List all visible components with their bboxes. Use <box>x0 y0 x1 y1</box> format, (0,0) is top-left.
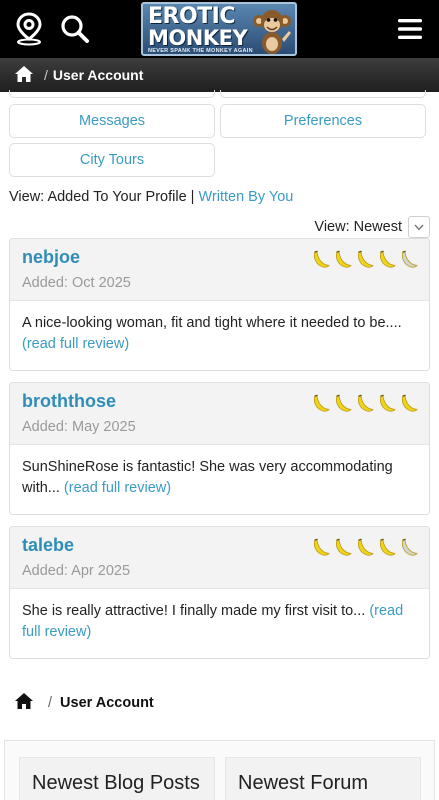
review-header: nebjoe Added: Oct 2025 <box>10 239 429 301</box>
footer-breadcrumb: / User Account <box>14 692 154 714</box>
banana-rating-icon <box>333 537 353 557</box>
newest-forum-panel: Newest Forum <box>225 757 421 800</box>
review-excerpt: She is really attractive! I finally made… <box>22 603 366 619</box>
banana-rating-icon <box>311 393 331 413</box>
review-header: talebe Added: Apr 2025 <box>10 527 429 589</box>
monkey-mascot-icon <box>253 10 291 54</box>
banana-rating-icon <box>399 249 419 269</box>
panel-title: Newest Forum <box>238 772 369 794</box>
panel-title: Newest Blog Posts <box>32 772 200 794</box>
banana-rating-icon <box>377 537 397 557</box>
location-pin-icon[interactable] <box>12 12 46 46</box>
review-excerpt: A nice-looking woman, fit and tight wher… <box>22 315 402 331</box>
banana-rating-icon <box>311 249 331 269</box>
logo-line2: MONKEY <box>148 26 248 50</box>
review-body: A nice-looking woman, fit and tight wher… <box>10 301 429 355</box>
hamburger-menu-icon[interactable] <box>393 12 427 46</box>
newest-blog-posts-panel: Newest Blog Posts <box>19 757 215 800</box>
banana-rating-icon <box>355 393 375 413</box>
site-logo[interactable]: EROTIC MONKEY NEVER SPANK THE MONKEY AGA… <box>141 2 297 56</box>
review-card: talebe Added: Apr 2025 She is really att… <box>9 526 430 659</box>
banana-rating-icon <box>355 537 375 557</box>
review-card: nebjoe Added: Oct 2025 A nice-looking wo… <box>9 238 430 371</box>
clipped-account-button[interactable] <box>220 90 426 98</box>
written-by-you-link[interactable]: Written By You <box>198 189 293 205</box>
banana-rating <box>311 393 419 413</box>
clipped-account-button[interactable] <box>9 90 215 98</box>
banana-rating-icon <box>311 537 331 557</box>
reviewer-username[interactable]: talebe <box>22 535 74 556</box>
banana-rating-icon <box>377 393 397 413</box>
city-tours-button[interactable]: City Tours <box>9 143 215 177</box>
banana-rating-icon <box>355 249 375 269</box>
home-icon[interactable] <box>14 692 34 714</box>
banana-rating-icon <box>333 249 353 269</box>
review-added-date: Added: Apr 2025 <box>22 563 131 579</box>
top-navbar: EROTIC MONKEY NEVER SPANK THE MONKEY AGA… <box>0 0 439 58</box>
view-filter-prefix: View: <box>9 189 45 205</box>
review-body: SunShineRose is fantastic! She was very … <box>10 445 429 499</box>
banana-rating-icon <box>377 249 397 269</box>
home-icon[interactable] <box>14 65 34 86</box>
review-added-date: Added: Oct 2025 <box>22 275 131 291</box>
view-filter: View: Added To Your Profile | Written By… <box>9 189 293 205</box>
breadcrumb: / User Account <box>0 58 439 92</box>
view-filter-divider: | <box>190 189 195 205</box>
review-card: broththose Added: May 2025 SunShineRose … <box>9 382 430 515</box>
breadcrumb-separator: / <box>48 695 53 711</box>
reviewer-username[interactable]: broththose <box>22 391 116 412</box>
view-filter-active: Added To Your Profile <box>47 189 187 205</box>
preferences-button[interactable]: Preferences <box>220 104 426 138</box>
review-header: broththose Added: May 2025 <box>10 383 429 445</box>
banana-rating <box>311 249 419 269</box>
breadcrumb-current: User Account <box>52 67 144 83</box>
sort-select[interactable]: View: Newest <box>314 216 430 238</box>
banana-rating-icon <box>399 393 419 413</box>
logo-tagline: NEVER SPANK THE MONKEY AGAIN <box>148 48 253 54</box>
messages-button[interactable]: Messages <box>9 104 215 138</box>
read-full-review-link[interactable]: (read full review) <box>64 480 171 496</box>
banana-rating-icon <box>399 537 419 557</box>
review-added-date: Added: May 2025 <box>22 419 136 435</box>
reviewer-username[interactable]: nebjoe <box>22 247 80 268</box>
banana-rating-icon <box>333 393 353 413</box>
read-full-review-link[interactable]: (read full review) <box>22 336 129 352</box>
banana-rating <box>311 537 419 557</box>
breadcrumb-current: User Account <box>60 695 154 711</box>
sort-label: View: Newest <box>314 219 402 235</box>
chevron-down-icon[interactable] <box>408 216 430 238</box>
review-body: She is really attractive! I finally made… <box>10 589 429 643</box>
breadcrumb-separator: / <box>44 67 48 83</box>
search-icon[interactable] <box>58 12 92 46</box>
